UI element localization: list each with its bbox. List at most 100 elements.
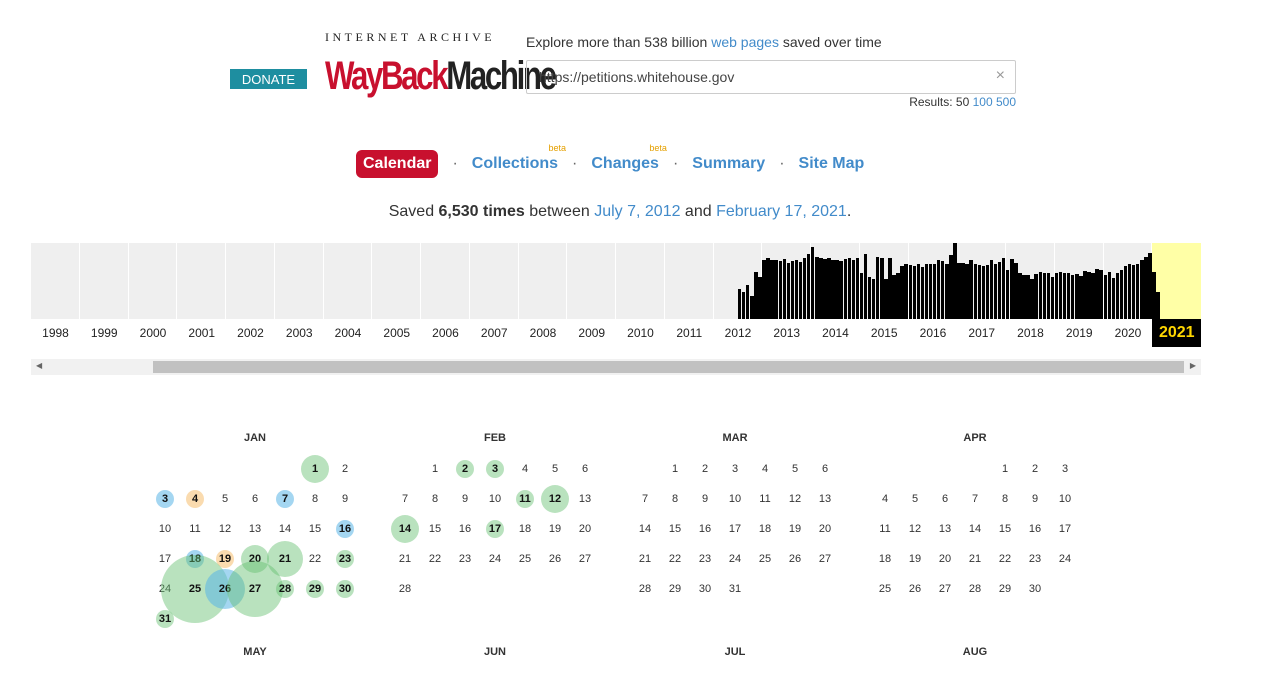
calendar-day[interactable]: 17 xyxy=(480,522,510,536)
year-label-2002[interactable]: 2002 xyxy=(226,326,275,340)
capture-bar[interactable] xyxy=(876,256,880,319)
capture-bar[interactable] xyxy=(1119,269,1124,319)
capture-bar[interactable] xyxy=(892,274,896,319)
capture-bar[interactable] xyxy=(746,284,750,319)
calendar-day[interactable]: 23 xyxy=(330,552,360,566)
results-500-link[interactable]: 500 xyxy=(996,95,1016,109)
year-label-2006[interactable]: 2006 xyxy=(421,326,470,340)
calendar-day[interactable]: 14 xyxy=(390,522,420,536)
year-label-2005[interactable]: 2005 xyxy=(372,326,421,340)
year-label-2016[interactable]: 2016 xyxy=(909,326,958,340)
calendar-day[interactable]: 12 xyxy=(540,492,570,506)
capture-bar[interactable] xyxy=(1014,262,1018,319)
year-column[interactable] xyxy=(177,243,226,319)
calendar-day[interactable]: 11 xyxy=(510,492,540,506)
year-label-2009[interactable]: 2009 xyxy=(567,326,616,340)
capture-bar[interactable] xyxy=(904,263,908,319)
capture-bar[interactable] xyxy=(1144,257,1148,319)
capture-bar[interactable] xyxy=(794,259,799,319)
capture-bar[interactable] xyxy=(782,258,787,319)
capture-bar[interactable] xyxy=(1115,273,1120,319)
last-capture-link[interactable]: February 17, 2021 xyxy=(716,203,847,220)
year-column[interactable] xyxy=(275,243,324,319)
capture-bar[interactable] xyxy=(859,273,864,319)
capture-bar[interactable] xyxy=(1095,268,1099,319)
donate-button[interactable]: DONATE xyxy=(230,69,307,89)
capture-bar[interactable] xyxy=(843,258,847,319)
calendar-day[interactable]: 28 xyxy=(270,582,300,596)
capture-histogram[interactable] xyxy=(31,243,1201,319)
capture-bar[interactable] xyxy=(1107,271,1112,319)
capture-bar[interactable] xyxy=(932,264,937,319)
capture-bar[interactable] xyxy=(1140,259,1144,319)
tab-collections[interactable]: Collections beta xyxy=(472,143,566,173)
year-label-2003[interactable]: 2003 xyxy=(275,326,324,340)
clear-icon[interactable]: × xyxy=(996,67,1005,85)
capture-bar[interactable] xyxy=(1071,274,1075,319)
year-label-1999[interactable]: 1999 xyxy=(80,326,129,340)
tab-site-map[interactable]: Site Map xyxy=(799,155,865,173)
capture-bar[interactable] xyxy=(1075,274,1079,319)
year-column[interactable] xyxy=(421,243,470,319)
timeline-scrollbar[interactable]: ◀ ▶ xyxy=(31,359,1201,375)
capture-bar[interactable] xyxy=(831,260,835,319)
year-label-2014[interactable]: 2014 xyxy=(811,326,860,340)
capture-bar[interactable] xyxy=(1062,272,1067,319)
year-column[interactable] xyxy=(519,243,568,319)
capture-bar[interactable] xyxy=(750,296,754,319)
scrollbar-thumb[interactable] xyxy=(153,361,1184,373)
capture-bar[interactable] xyxy=(839,261,843,319)
capture-bar[interactable] xyxy=(1034,274,1038,319)
calendar-day[interactable]: 31 xyxy=(150,612,180,626)
capture-bar[interactable] xyxy=(1127,264,1132,319)
capture-bar[interactable] xyxy=(1054,272,1059,319)
capture-bar[interactable] xyxy=(1006,269,1010,319)
capture-bar[interactable] xyxy=(888,258,892,319)
capture-bar[interactable] xyxy=(871,279,876,319)
calendar-day[interactable]: 7 xyxy=(270,492,300,506)
capture-bar[interactable] xyxy=(924,264,929,319)
year-column[interactable] xyxy=(324,243,373,319)
wayback-machine-logo[interactable]: INTERNET ARCHIVE WayBack Machine xyxy=(325,30,557,100)
capture-bar[interactable] xyxy=(1066,273,1071,319)
capture-bar[interactable] xyxy=(1091,273,1095,319)
year-column[interactable] xyxy=(567,243,616,319)
year-label-2001[interactable]: 2001 xyxy=(177,326,226,340)
capture-bar[interactable] xyxy=(863,254,868,319)
capture-bar[interactable] xyxy=(977,265,982,319)
year-column[interactable] xyxy=(226,243,275,319)
year-column[interactable] xyxy=(80,243,129,319)
year-label-2011[interactable]: 2011 xyxy=(665,326,714,340)
capture-bar[interactable] xyxy=(806,253,811,319)
capture-bar[interactable] xyxy=(811,246,815,319)
capture-bar[interactable] xyxy=(969,259,973,319)
capture-bar[interactable] xyxy=(941,261,945,319)
capture-bar[interactable] xyxy=(1050,277,1055,319)
capture-bar[interactable] xyxy=(916,264,921,319)
url-search-input[interactable]: https://petitions.whitehouse.gov × xyxy=(526,60,1016,94)
capture-bar[interactable] xyxy=(1026,274,1030,319)
capture-bar[interactable] xyxy=(961,262,965,319)
year-label-2000[interactable]: 2000 xyxy=(129,326,178,340)
first-capture-link[interactable]: July 7, 2012 xyxy=(594,203,680,220)
capture-bar[interactable] xyxy=(802,258,807,319)
capture-bar[interactable] xyxy=(1083,271,1087,319)
capture-bar[interactable] xyxy=(965,263,969,319)
capture-bar[interactable] xyxy=(936,259,941,319)
year-label-2020[interactable]: 2020 xyxy=(1104,326,1153,340)
capture-bar[interactable] xyxy=(737,288,742,319)
calendar-day[interactable]: 4 xyxy=(180,492,210,506)
capture-bar[interactable] xyxy=(1087,271,1091,319)
capture-bar[interactable] xyxy=(1148,252,1152,319)
year-label-1998[interactable]: 1998 xyxy=(31,326,80,340)
capture-bar[interactable] xyxy=(1058,271,1063,319)
capture-bar[interactable] xyxy=(949,255,953,319)
capture-bar[interactable] xyxy=(758,277,762,319)
capture-bar[interactable] xyxy=(798,262,803,319)
capture-bar[interactable] xyxy=(1010,258,1014,319)
capture-bar[interactable] xyxy=(1042,273,1047,319)
calendar-day[interactable]: 29 xyxy=(300,582,330,596)
capture-bar[interactable] xyxy=(1136,263,1140,319)
capture-bar[interactable] xyxy=(790,261,795,319)
capture-bar[interactable] xyxy=(1001,258,1006,319)
